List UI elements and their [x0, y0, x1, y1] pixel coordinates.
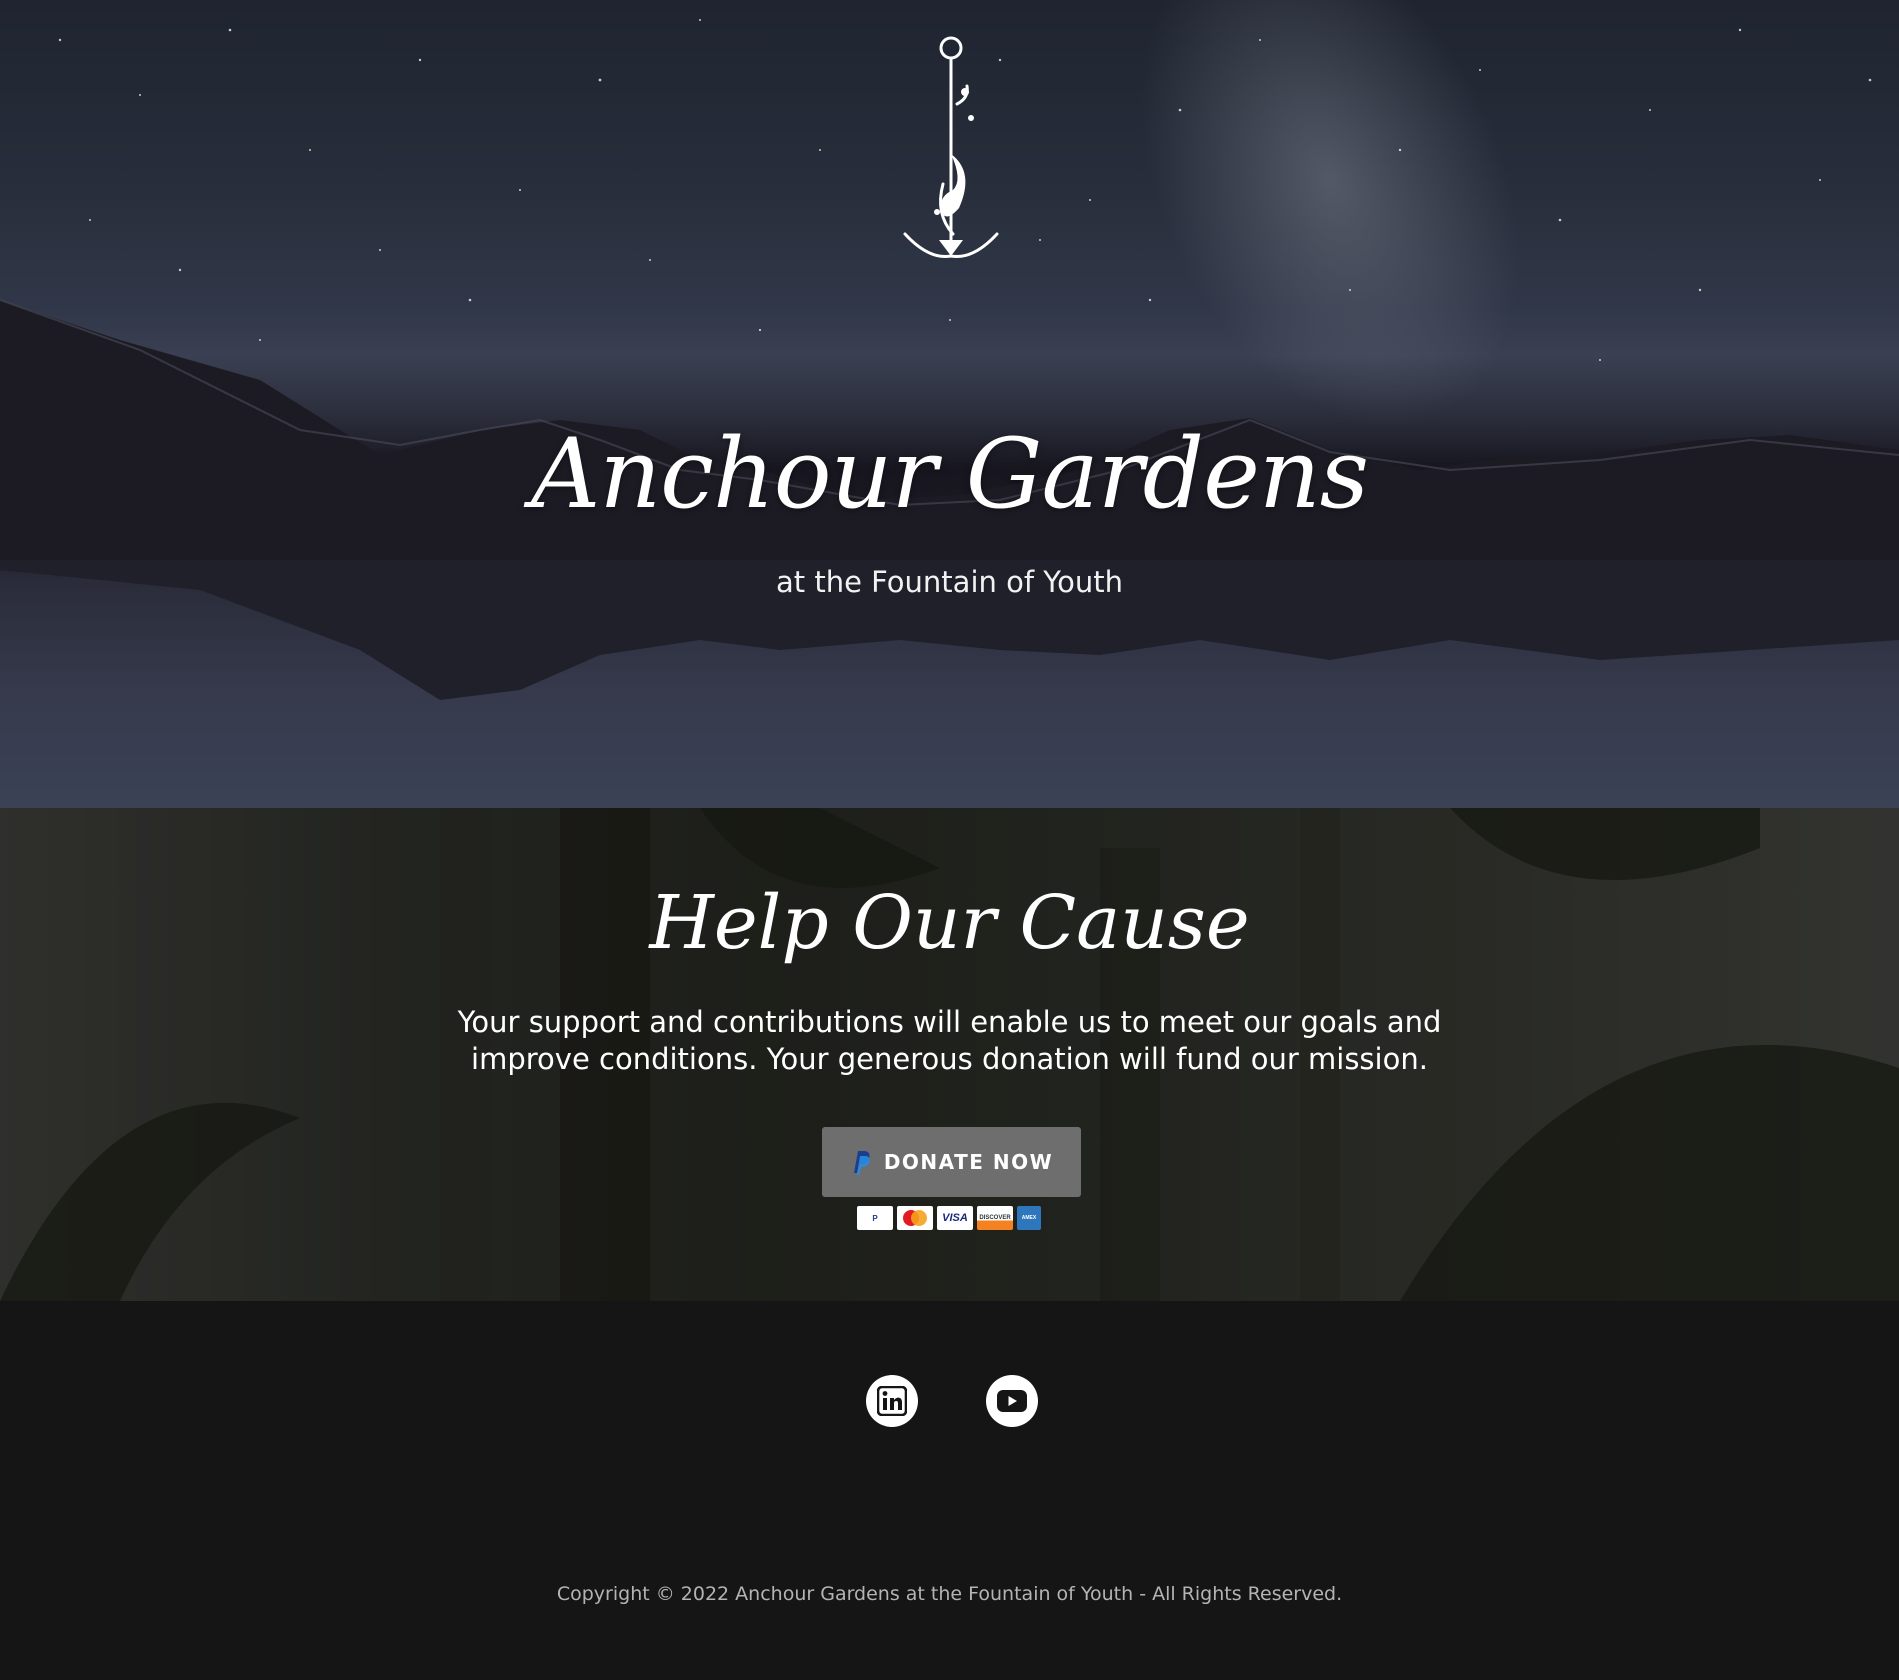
mastercard-card-icon	[897, 1206, 933, 1230]
visa-card-icon: VISA	[937, 1206, 973, 1230]
donate-button-label: DONATE NOW	[883, 1150, 1054, 1174]
donate-now-button[interactable]: DONATE NOW	[822, 1127, 1081, 1197]
footer: Copyright © 2022 Anchour Gardens at the …	[0, 1301, 1899, 1680]
page: Anchour Gardens at the Fountain of Youth…	[0, 0, 1899, 1680]
youtube-link[interactable]	[986, 1375, 1038, 1427]
paypal-icon	[853, 1151, 870, 1175]
donate-title: Help Our Cause	[649, 880, 1250, 966]
hero-title: Anchour Gardens	[531, 418, 1369, 530]
donate-description: Your support and contributions will enab…	[457, 1005, 1442, 1076]
donate-section: Help Our Cause Your support and contribu…	[0, 808, 1899, 1301]
youtube-icon	[997, 1390, 1027, 1412]
discover-card-icon: DISCOVER	[977, 1206, 1013, 1230]
paypal-card-icon: P	[857, 1206, 893, 1230]
anchor-logo-icon	[903, 36, 999, 259]
amex-card-icon: AMEX	[1017, 1206, 1041, 1230]
linkedin-link[interactable]	[866, 1375, 918, 1427]
linkedin-icon	[877, 1386, 907, 1416]
hero-section: Anchour Gardens at the Fountain of Youth	[0, 0, 1899, 808]
payment-cards: P VISA DISCOVER AMEX	[857, 1206, 1041, 1232]
hero-subtitle: at the Fountain of Youth	[775, 565, 1124, 599]
copyright-text: Copyright © 2022 Anchour Gardens at the …	[556, 1583, 1343, 1605]
